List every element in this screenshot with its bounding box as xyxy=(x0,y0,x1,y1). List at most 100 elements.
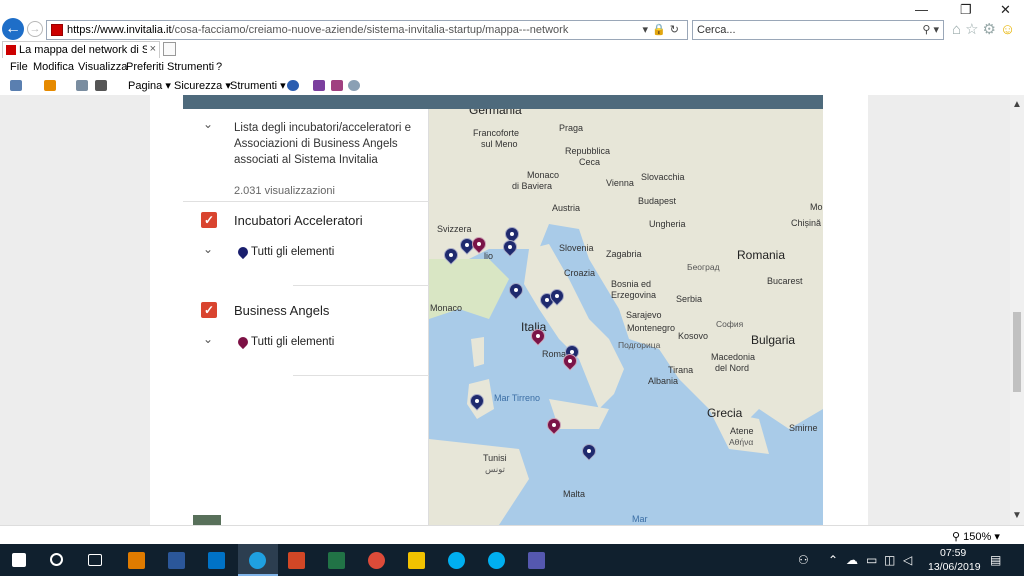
excel-icon[interactable] xyxy=(328,552,345,569)
skype-icon[interactable] xyxy=(448,552,465,569)
network-icon[interactable]: ◫ xyxy=(884,553,895,567)
home-icon[interactable]: ⌂ xyxy=(952,21,965,38)
incubator-marker[interactable] xyxy=(547,286,567,309)
incubator-marker[interactable] xyxy=(579,441,599,464)
scroll-up-icon[interactable]: ▲ xyxy=(1012,99,1022,110)
start-windows-icon[interactable] xyxy=(12,553,26,567)
menu-preferiti[interactable]: Preferiti xyxy=(126,61,164,73)
volume-icon[interactable]: ◁ xyxy=(903,553,912,567)
label-tunisi: Tunisi xyxy=(483,453,507,463)
browser-tab[interactable]: La mappa del network di Sist... × xyxy=(2,41,160,58)
address-bar[interactable]: https://www.invitalia.it/cosa-facciamo/c… xyxy=(46,20,688,40)
close-window-button[interactable]: ✕ xyxy=(1000,2,1011,18)
angel-pin-icon xyxy=(235,334,251,350)
back-button[interactable]: ← xyxy=(2,18,24,40)
scroll-thumb[interactable] xyxy=(1013,312,1021,392)
notifications-icon[interactable]: ▤ xyxy=(990,553,1001,567)
extension-gear-icon[interactable] xyxy=(348,80,360,91)
label-chisinau: Chișină xyxy=(791,218,822,228)
minimize-button[interactable]: — xyxy=(915,2,928,17)
browser-toolbar-icons: ⌂☆⚙☺ xyxy=(952,20,1019,38)
clock-time[interactable]: 07:59 xyxy=(940,547,966,559)
window-controls: — ❐ ✕ xyxy=(905,2,1024,20)
incubator-marker[interactable] xyxy=(500,237,520,260)
clock-date[interactable]: 13/06/2019 xyxy=(928,561,981,573)
address-bar-icons: ▾🔒↻ xyxy=(643,23,683,36)
expand-chevron-icon[interactable]: ⌄ xyxy=(203,332,213,346)
layer-checkbox-incubatori[interactable]: ✓ xyxy=(201,212,217,228)
url-host: https://www.invitalia.it xyxy=(67,24,172,36)
menu-bar: File Modifica Visualizza Preferiti Strum… xyxy=(0,59,1024,77)
label-mo: Mo xyxy=(810,202,823,212)
media-player-icon[interactable] xyxy=(128,552,145,569)
incubator-marker[interactable] xyxy=(441,245,461,268)
powerpoint-icon[interactable] xyxy=(288,552,305,569)
zoom-value: 150% xyxy=(963,531,992,543)
feeds-icon[interactable] xyxy=(44,80,56,91)
angel-marker[interactable] xyxy=(528,326,548,349)
angel-marker[interactable] xyxy=(544,415,564,438)
collapse-chevron-icon[interactable]: ⌄ xyxy=(203,117,213,131)
map-canvas[interactable]: Germania Francoforte sul Meno Praga Repu… xyxy=(429,109,823,525)
help-icon[interactable] xyxy=(287,80,299,91)
file-explorer-icon[interactable] xyxy=(408,552,425,569)
new-tab-button[interactable] xyxy=(163,42,176,56)
layer-checkbox-angels[interactable]: ✓ xyxy=(201,302,217,318)
research-icon[interactable] xyxy=(331,80,343,91)
smiley-feedback-icon[interactable]: ☺ xyxy=(1000,21,1019,38)
forward-button[interactable]: → xyxy=(27,21,43,37)
angel-marker[interactable] xyxy=(469,234,489,257)
restore-button[interactable]: ❐ xyxy=(960,2,972,18)
chrome-icon[interactable] xyxy=(368,552,385,569)
menu-modifica[interactable]: Modifica xyxy=(33,61,74,73)
favorites-star-icon[interactable]: ☆ xyxy=(965,21,982,38)
tab-title: La mappa del network di Sist... xyxy=(19,44,147,56)
description-line-3: associati al Sistema Invitalia xyxy=(234,154,378,166)
tools-menu[interactable]: Strumenti ▾ xyxy=(230,79,286,92)
outlook-icon[interactable] xyxy=(208,552,225,569)
internet-explorer-icon[interactable] xyxy=(249,552,266,569)
page-menu[interactable]: Pagina ▾ xyxy=(128,79,171,92)
onenote-icon[interactable] xyxy=(313,80,325,91)
onedrive-cloud-icon[interactable]: ☁ xyxy=(846,553,858,567)
incubator-pin-icon xyxy=(235,244,251,260)
tray-expand-icon[interactable]: ⌃ xyxy=(828,553,838,567)
people-icon[interactable]: ⚇ xyxy=(798,553,809,567)
lock-icon[interactable]: 🔒 xyxy=(652,24,670,36)
safety-menu[interactable]: Sicurezza ▾ xyxy=(174,79,231,92)
skype-business-icon[interactable] xyxy=(488,552,505,569)
menu-visualizza[interactable]: Visualizza xyxy=(78,61,127,73)
angel-marker[interactable] xyxy=(560,351,580,374)
print-icon[interactable] xyxy=(95,80,107,91)
label-sofia: София xyxy=(716,319,744,329)
scroll-down-icon[interactable]: ▼ xyxy=(1012,510,1022,521)
search-icon[interactable]: ⚲ ▾ xyxy=(922,23,939,36)
basemap-thumbnail[interactable] xyxy=(193,515,221,525)
menu-file[interactable]: File xyxy=(10,61,28,73)
task-view-icon[interactable] xyxy=(88,554,102,566)
home-icon[interactable] xyxy=(10,80,22,91)
menu-strumenti[interactable]: Strumenti xyxy=(167,61,214,73)
vertical-scrollbar[interactable]: ▲ ▼ xyxy=(1010,95,1024,525)
teams-icon[interactable] xyxy=(528,552,545,569)
label-kosovo: Kosovo xyxy=(678,331,709,341)
label-mar-tirreno: Mar Tirreno xyxy=(494,393,541,403)
layer-sub-angels[interactable]: Tutti gli elementi xyxy=(251,336,334,348)
incubator-marker[interactable] xyxy=(467,391,487,414)
menu-help[interactable]: ? xyxy=(216,61,222,73)
label-austria: Austria xyxy=(552,203,581,213)
expand-chevron-icon[interactable]: ⌄ xyxy=(203,242,213,256)
search-input[interactable]: Cerca... ⚲ ▾ xyxy=(692,20,944,40)
dropdown-icon[interactable]: ▾ xyxy=(643,24,653,36)
zoom-level[interactable]: ⚲ 150% ▾ xyxy=(952,530,1000,543)
page-menu-label: Pagina xyxy=(128,80,163,92)
mail-icon[interactable] xyxy=(76,80,88,91)
settings-gear-icon[interactable]: ⚙ xyxy=(983,21,1000,38)
refresh-icon[interactable]: ↻ xyxy=(670,24,683,36)
tab-close-icon[interactable]: × xyxy=(150,43,156,55)
incubator-marker[interactable] xyxy=(506,280,526,303)
battery-icon[interactable]: ▭ xyxy=(866,553,877,567)
word-icon[interactable] xyxy=(168,552,185,569)
search-icon[interactable] xyxy=(50,553,63,566)
layer-sub-incubatori[interactable]: Tutti gli elementi xyxy=(251,246,334,258)
